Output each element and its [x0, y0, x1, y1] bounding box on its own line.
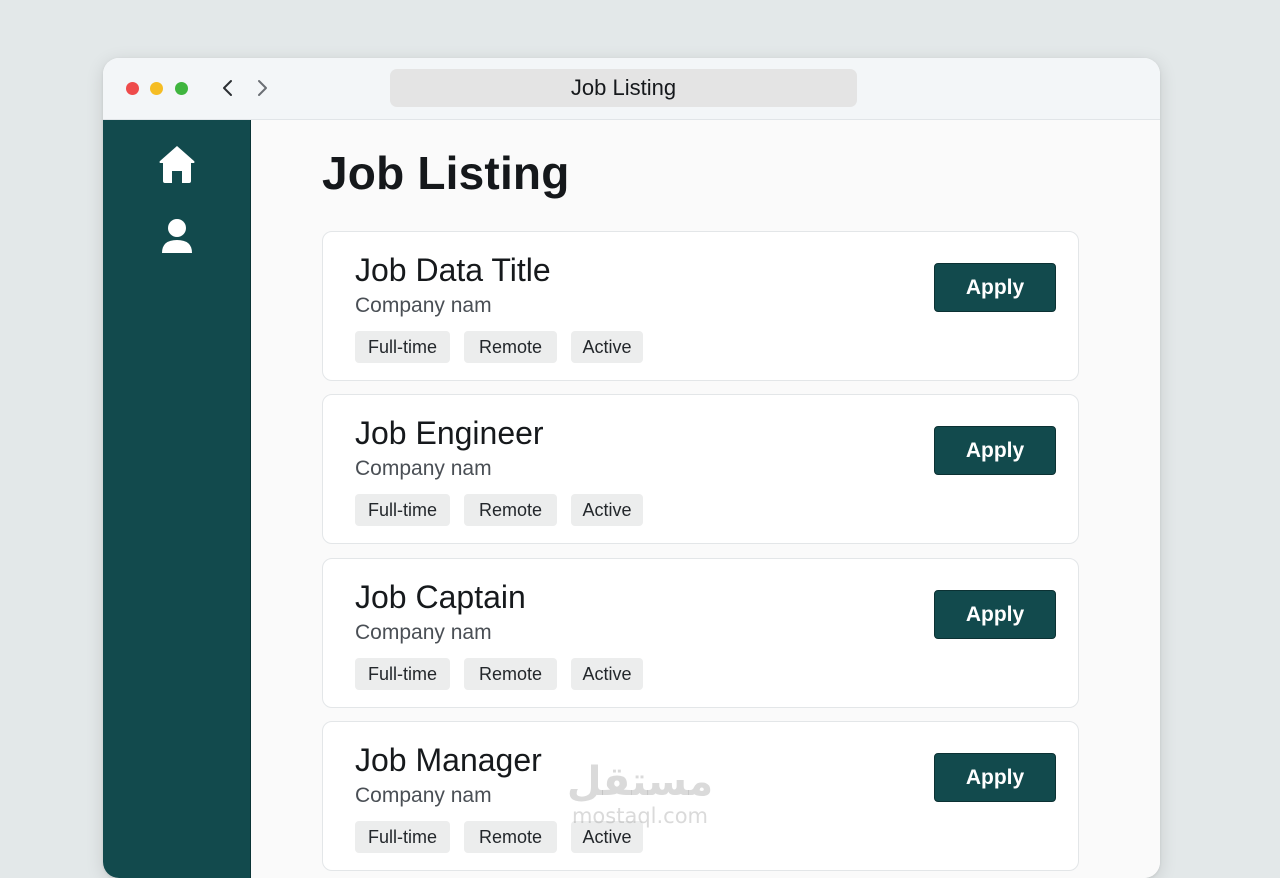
chevron-left-icon: [223, 80, 232, 96]
browser-window: Job Listing Job Listing Job Data Title C…: [103, 58, 1160, 878]
job-tags: Full-time Remote Active: [355, 494, 657, 526]
job-tags: Full-time Remote Active: [355, 821, 657, 853]
sidebar-item-home[interactable]: [156, 143, 198, 185]
tag-location: Remote: [464, 821, 557, 853]
job-card: Job Engineer Company nam Full-time Remot…: [322, 394, 1079, 544]
tag-employment-type: Full-time: [355, 821, 450, 853]
address-title: Job Listing: [570, 75, 677, 100]
job-title: Job Captain: [355, 579, 526, 615]
tag-status: Active: [571, 821, 643, 853]
job-card: Job Manager Company nam Full-time Remote…: [322, 721, 1079, 871]
page-title: Job Listing: [322, 147, 570, 199]
apply-button[interactable]: Apply: [934, 263, 1056, 312]
main-content: Job Listing Job Data Title Company nam F…: [251, 120, 1160, 878]
maximize-window-button[interactable]: [175, 82, 188, 95]
company-name: Company nam: [355, 294, 492, 317]
job-title: Job Data Title: [355, 252, 551, 288]
close-window-button[interactable]: [126, 82, 139, 95]
back-button[interactable]: [217, 77, 239, 99]
minimize-window-button[interactable]: [150, 82, 163, 95]
tag-employment-type: Full-time: [355, 494, 450, 526]
home-icon: [159, 146, 195, 183]
company-name: Company nam: [355, 457, 492, 480]
job-title: Job Engineer: [355, 415, 544, 451]
tag-status: Active: [571, 331, 643, 363]
user-icon: [162, 219, 192, 253]
apply-button[interactable]: Apply: [934, 426, 1056, 475]
tag-employment-type: Full-time: [355, 331, 450, 363]
tag-location: Remote: [464, 331, 557, 363]
tag-location: Remote: [464, 658, 557, 690]
job-tags: Full-time Remote Active: [355, 658, 657, 690]
title-bar: Job Listing: [103, 58, 1160, 120]
tag-status: Active: [571, 494, 643, 526]
company-name: Company nam: [355, 621, 492, 644]
apply-button[interactable]: Apply: [934, 590, 1056, 639]
forward-button[interactable]: [251, 77, 273, 99]
apply-button[interactable]: Apply: [934, 753, 1056, 802]
chevron-right-icon: [258, 80, 267, 96]
sidebar: [103, 120, 251, 878]
company-name: Company nam: [355, 784, 492, 807]
tag-employment-type: Full-time: [355, 658, 450, 690]
job-tags: Full-time Remote Active: [355, 331, 657, 363]
job-card: Job Data Title Company nam Full-time Rem…: [322, 231, 1079, 381]
sidebar-item-profile[interactable]: [156, 215, 198, 257]
tag-status: Active: [571, 658, 643, 690]
address-bar[interactable]: Job Listing: [390, 69, 857, 107]
tag-location: Remote: [464, 494, 557, 526]
job-card: Job Captain Company nam Full-time Remote…: [322, 558, 1079, 708]
job-title: Job Manager: [355, 742, 542, 778]
